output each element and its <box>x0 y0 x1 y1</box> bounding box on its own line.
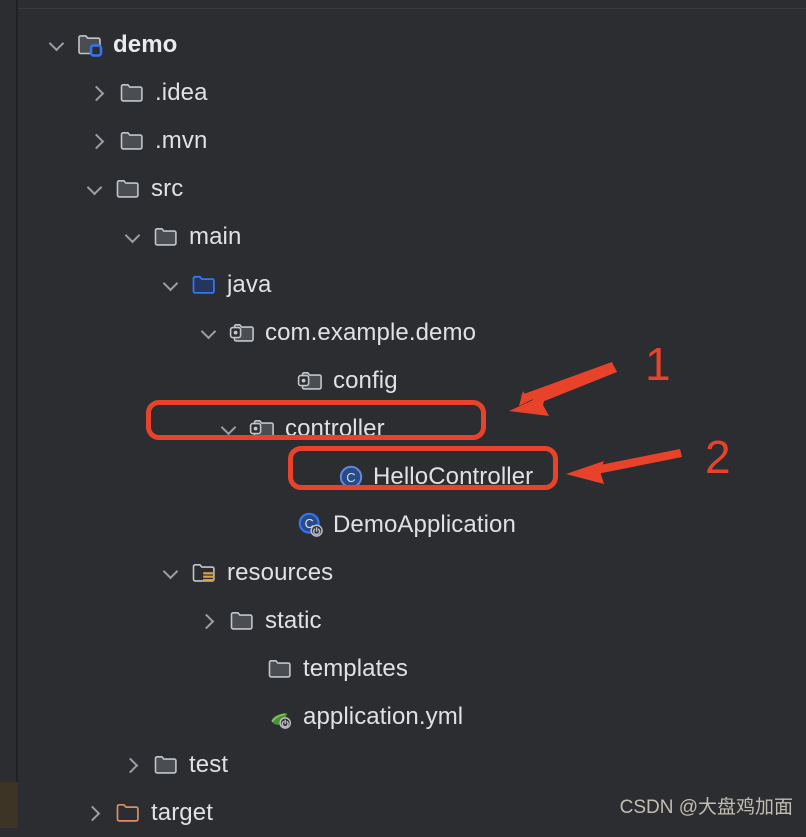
excluded-folder-icon <box>114 798 144 828</box>
chevron-placeholder <box>236 658 258 680</box>
tree-row-label: config <box>333 367 398 394</box>
tree-row-label: application.yml <box>303 703 464 730</box>
package-icon <box>228 318 258 348</box>
spring-yaml-icon <box>266 702 296 732</box>
folder-icon <box>266 654 296 684</box>
chevron-right-icon[interactable] <box>84 802 106 824</box>
tree-row-demoapplication[interactable]: C DemoApplication <box>18 501 516 549</box>
tree-row-application-yml[interactable]: application.yml <box>18 693 463 741</box>
tree-row-test[interactable]: test <box>18 741 228 789</box>
chevron-right-icon[interactable] <box>122 754 144 776</box>
tree-row-main[interactable]: main <box>18 213 241 261</box>
tree-row-target[interactable]: target <box>18 789 213 837</box>
chevron-placeholder <box>236 706 258 728</box>
tree-row-label: java <box>227 271 272 298</box>
chevron-placeholder <box>266 370 288 392</box>
annotation-box-hellocontroller <box>288 446 558 490</box>
tree-row-label: target <box>151 799 213 826</box>
chevron-down-icon[interactable] <box>84 178 106 200</box>
folder-icon <box>114 174 144 204</box>
tree-row-resources[interactable]: resources <box>18 549 333 597</box>
tree-row-demo[interactable]: demo <box>18 21 177 69</box>
resources-folder-icon <box>190 558 220 588</box>
chevron-down-icon[interactable] <box>160 562 182 584</box>
folder-icon <box>228 606 258 636</box>
tree-row-label: resources <box>227 559 334 586</box>
tree-row-label: templates <box>303 655 408 682</box>
tree-row-config[interactable]: config <box>18 357 398 405</box>
tree-row-label: main <box>189 223 242 250</box>
tree-row-templates[interactable]: templates <box>18 645 408 693</box>
tree-row-label: demo <box>113 31 178 58</box>
folder-icon <box>152 222 182 252</box>
folder-icon <box>118 126 148 156</box>
tree-row-java[interactable]: java <box>18 261 271 309</box>
ide-project-panel: demo .idea .mvn src main java com.exampl… <box>0 0 806 828</box>
module-folder-icon <box>76 30 106 60</box>
watermark: CSDN @大盘鸡加面 <box>619 797 793 818</box>
tree-row-label: .idea <box>155 79 208 106</box>
tree-row-label: src <box>151 175 184 202</box>
folder-icon <box>118 78 148 108</box>
tree-row-com-example-demo[interactable]: com.example.demo <box>18 309 476 357</box>
tree-row-mvn[interactable]: .mvn <box>18 117 207 165</box>
source-root-folder-icon <box>190 270 220 300</box>
chevron-down-icon[interactable] <box>160 274 182 296</box>
annotation-number-1: 1 <box>645 338 671 390</box>
annotation-number-2: 2 <box>705 431 731 483</box>
chevron-down-icon[interactable] <box>46 34 68 56</box>
chevron-right-icon[interactable] <box>88 130 110 152</box>
package-icon <box>296 366 326 396</box>
tree-row-label: test <box>189 751 229 778</box>
tree-row-label: .mvn <box>155 127 208 154</box>
chevron-down-icon[interactable] <box>122 226 144 248</box>
tree-row-src[interactable]: src <box>18 165 183 213</box>
tree-row-idea[interactable]: .idea <box>18 69 208 117</box>
spring-boot-class-icon: C <box>296 510 326 540</box>
left-gutter <box>0 0 16 828</box>
chevron-right-icon[interactable] <box>198 610 220 632</box>
chevron-down-icon[interactable] <box>198 322 220 344</box>
tree-row-label: com.example.demo <box>265 319 477 346</box>
tree-row-label: static <box>265 607 322 634</box>
tree-row-static[interactable]: static <box>18 597 322 645</box>
annotation-box-controller <box>146 400 486 440</box>
folder-icon <box>152 750 182 780</box>
chevron-placeholder <box>266 514 288 536</box>
chevron-right-icon[interactable] <box>88 82 110 104</box>
tree-row-label: DemoApplication <box>333 511 516 538</box>
